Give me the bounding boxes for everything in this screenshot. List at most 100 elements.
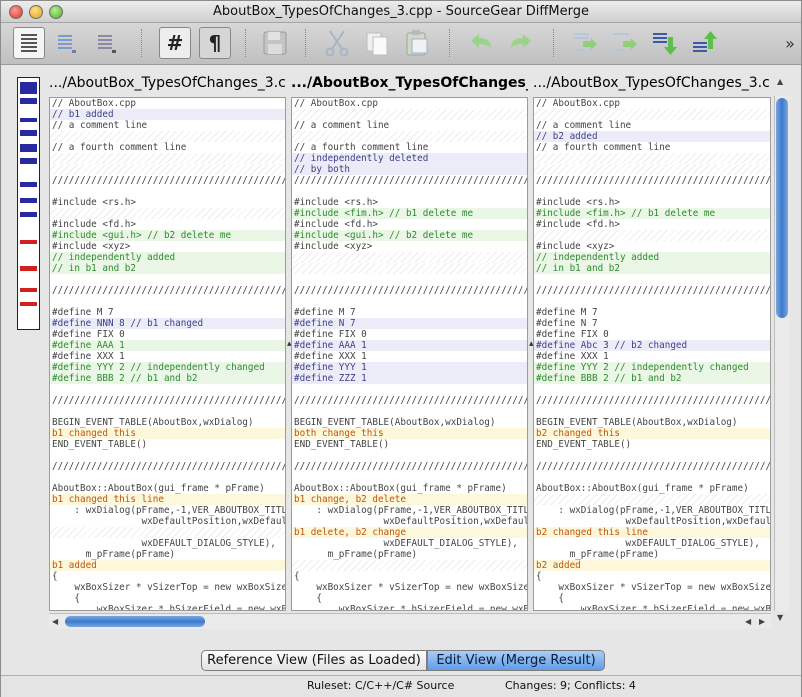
code-line[interactable]: // AboutBox.cpp: [534, 98, 770, 109]
code-line[interactable]: [534, 109, 770, 120]
code-line[interactable]: #include <rs.h>: [534, 197, 770, 208]
code-line[interactable]: ////////////////////////////////////////…: [292, 461, 527, 472]
code-line[interactable]: #include <rs.h>: [292, 197, 527, 208]
code-line[interactable]: BEGIN_EVENT_TABLE(AboutBox,wxDialog): [50, 417, 285, 428]
code-line[interactable]: both change this: [292, 428, 527, 439]
code-line[interactable]: {: [292, 593, 527, 604]
code-line[interactable]: #include <fim.h> // b1 delete me: [534, 208, 770, 219]
code-line[interactable]: // AboutBox.cpp: [50, 98, 285, 109]
code-line[interactable]: wxDefaultPosition,wxDefaultSize,: [534, 516, 770, 527]
code-line[interactable]: [292, 406, 527, 417]
code-line[interactable]: ////////////////////////////////////////…: [292, 285, 527, 296]
panel-center-body[interactable]: // AboutBox.cpp // a comment line // a fou…: [291, 97, 528, 611]
code-line[interactable]: AboutBox::AboutBox(gui_frame * pFrame): [534, 483, 770, 494]
vertical-scroll-thumb[interactable]: [776, 98, 788, 318]
code-line[interactable]: #define FIX 0: [292, 329, 527, 340]
scroll-down-arrow-icon[interactable]: ▼: [777, 613, 783, 622]
code-line[interactable]: #include <fd.h>: [50, 219, 285, 230]
code-line[interactable]: {: [50, 571, 285, 582]
code-line[interactable]: wxBoxSizer * hSizerField = new wxBoxSize…: [292, 604, 527, 610]
code-line[interactable]: ////////////////////////////////////////…: [50, 395, 285, 406]
code-line[interactable]: #include <xyz>: [292, 241, 527, 252]
line-numbers-hash-icon[interactable]: #: [159, 27, 191, 59]
cut-scissors-icon[interactable]: [321, 27, 353, 59]
code-line[interactable]: wxBoxSizer * vSizerTop = new wxBoxSizer(…: [534, 582, 770, 593]
code-line[interactable]: [534, 472, 770, 483]
next-conflict-down-icon[interactable]: [649, 27, 681, 59]
code-line[interactable]: [50, 406, 285, 417]
code-line[interactable]: b1 added: [50, 560, 285, 571]
code-line[interactable]: [50, 208, 285, 219]
code-line[interactable]: // in b1 and b2: [534, 263, 770, 274]
code-line[interactable]: // by both: [292, 164, 527, 175]
code-line[interactable]: #include <xyz>: [50, 241, 285, 252]
code-line[interactable]: #define FIX 0: [50, 329, 285, 340]
code-line[interactable]: {: [534, 593, 770, 604]
code-line[interactable]: #include <gui.h> // b2 delete me: [50, 230, 285, 241]
code-line[interactable]: // a comment line: [534, 120, 770, 131]
code-line[interactable]: ////////////////////////////////////////…: [50, 461, 285, 472]
code-line[interactable]: m_pFrame(pFrame): [292, 549, 527, 560]
code-line[interactable]: END_EVENT_TABLE(): [292, 439, 527, 450]
code-line[interactable]: wxBoxSizer * vSizerTop = new wxBoxSizer(…: [50, 582, 285, 593]
code-line[interactable]: wxBoxSizer * hSizerField = new wxBoxSize…: [50, 604, 285, 610]
code-line[interactable]: [50, 131, 285, 142]
code-line[interactable]: [50, 296, 285, 307]
code-line[interactable]: [534, 450, 770, 461]
code-line[interactable]: #define NNN 8 // b1 changed: [50, 318, 285, 329]
toolbar-overflow-icon[interactable]: »: [781, 27, 799, 59]
code-line[interactable]: // AboutBox.cpp: [292, 98, 527, 109]
code-line[interactable]: // a comment line: [292, 120, 527, 131]
code-line[interactable]: [534, 274, 770, 285]
code-line[interactable]: b1 changed this line: [50, 494, 285, 505]
code-line[interactable]: #define XXX 1: [534, 351, 770, 362]
code-line[interactable]: // independently added: [50, 252, 285, 263]
code-line[interactable]: [50, 186, 285, 197]
code-line[interactable]: #define FIX 0: [534, 329, 770, 340]
code-line[interactable]: #define AAA 1: [50, 340, 285, 351]
code-line[interactable]: // a fourth comment line: [292, 142, 527, 153]
paste-clipboard-icon[interactable]: [401, 27, 433, 59]
code-line[interactable]: [50, 274, 285, 285]
code-line[interactable]: {: [534, 571, 770, 582]
code-line[interactable]: b2 changed this: [534, 428, 770, 439]
code-line[interactable]: #include <xyz>: [534, 241, 770, 252]
code-line[interactable]: #define XXX 1: [292, 351, 527, 362]
code-line[interactable]: #define YYY 2 // independently changed: [534, 362, 770, 373]
code-line[interactable]: [292, 109, 527, 120]
code-line[interactable]: #define XXX 1: [50, 351, 285, 362]
code-line[interactable]: BEGIN_EVENT_TABLE(AboutBox,wxDialog): [534, 417, 770, 428]
code-line[interactable]: #define M 7: [292, 307, 527, 318]
code-line[interactable]: [534, 164, 770, 175]
scroll-right-arrow-icon[interactable]: ▶: [759, 617, 765, 626]
code-line[interactable]: // a fourth comment line: [534, 142, 770, 153]
code-line[interactable]: ////////////////////////////////////////…: [50, 175, 285, 186]
code-line[interactable]: b1 changed this: [50, 428, 285, 439]
prev-conflict-up-icon[interactable]: [689, 27, 721, 59]
code-line[interactable]: #define BBB 2 // b1 and b2: [50, 373, 285, 384]
code-line[interactable]: AboutBox::AboutBox(gui_frame * pFrame): [50, 483, 285, 494]
code-line[interactable]: ////////////////////////////////////////…: [534, 285, 770, 296]
code-line[interactable]: b1 delete, b2 change: [292, 527, 527, 538]
code-line[interactable]: #define ZZZ 1: [292, 373, 527, 384]
code-line[interactable]: #include <gui.h> // b2 delete me: [292, 230, 527, 241]
view-context-lines-icon[interactable]: [91, 27, 123, 59]
code-line[interactable]: wxDefaultPosition,wxDefaultSize,: [292, 516, 527, 527]
code-line[interactable]: [50, 164, 285, 175]
code-line[interactable]: #include <fim.h> // b1 delete me: [292, 208, 527, 219]
code-line[interactable]: [534, 230, 770, 241]
code-line[interactable]: [292, 296, 527, 307]
code-line[interactable]: ////////////////////////////////////////…: [534, 395, 770, 406]
code-line[interactable]: #define Abc 3 // b2 changed: [534, 340, 770, 351]
code-line[interactable]: ////////////////////////////////////////…: [534, 175, 770, 186]
code-line[interactable]: b1 change, b2 delete: [292, 494, 527, 505]
code-line[interactable]: // independently deleted: [292, 153, 527, 164]
code-line[interactable]: #define BBB 2 // b1 and b2: [534, 373, 770, 384]
scroll-right-arrow-icon[interactable]: ◀: [745, 617, 751, 626]
code-line[interactable]: {: [50, 593, 285, 604]
code-line[interactable]: // b2 added: [534, 131, 770, 142]
code-line[interactable]: ////////////////////////////////////////…: [292, 395, 527, 406]
code-line[interactable]: [292, 131, 527, 142]
panel-right-body[interactable]: // AboutBox.cpp // a comment line// b2 ad…: [533, 97, 771, 611]
undo-arrow-icon[interactable]: [465, 27, 497, 59]
